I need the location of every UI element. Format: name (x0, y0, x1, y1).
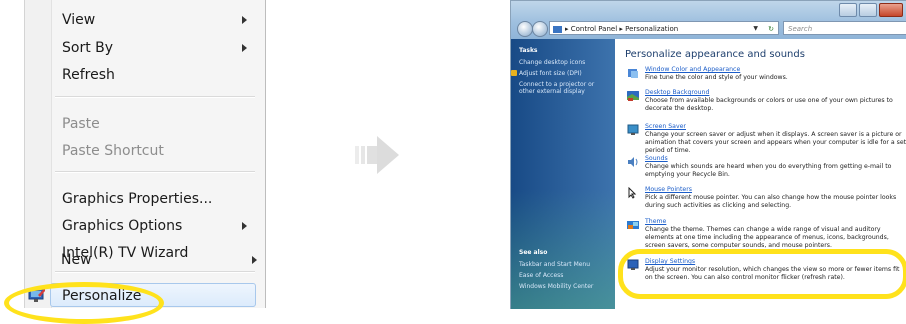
task-description: Fine tune the color and style of your wi… (645, 74, 788, 81)
submenu-arrow-icon (242, 16, 247, 24)
menu-item-sort-by[interactable]: Sort By (51, 35, 257, 61)
link-ease-of-access[interactable]: Ease of Access (519, 272, 611, 279)
task-mouse-pointers: Mouse Pointers Pick a different mouse po… (627, 186, 906, 212)
menu-item-label: Refresh (62, 67, 115, 83)
menu-item-view[interactable]: View (51, 7, 257, 33)
breadcrumb-control-panel[interactable]: Control Panel (571, 25, 617, 33)
link-window-color[interactable]: Window Color and Appearance (645, 66, 740, 73)
task-screen-saver: Screen Saver Change your screen saver or… (627, 123, 906, 154)
menu-item-label: View (62, 12, 96, 28)
task-description: Change the theme. Themes can change a wi… (645, 226, 889, 249)
menu-item-label: Graphics Properties... (62, 191, 213, 207)
menu-item-label: Graphics Options (62, 218, 183, 234)
link-sounds[interactable]: Sounds (645, 155, 668, 162)
task-window-color: Window Color and Appearance Fine tune th… (627, 66, 906, 84)
link-theme[interactable]: Theme (645, 218, 666, 225)
display-settings-highlight-ring (618, 249, 906, 299)
link-desktop-background[interactable]: Desktop Background (645, 89, 709, 96)
task-description: Choose from available backgrounds or col… (645, 97, 893, 112)
task-desktop-background: Desktop Background Choose from available… (627, 89, 906, 115)
chevron-down-icon[interactable]: ▼ (753, 22, 758, 34)
maximize-button[interactable] (859, 3, 877, 17)
menu-item-refresh[interactable]: Refresh (51, 62, 257, 88)
submenu-arrow-icon (242, 222, 247, 230)
task-sounds: Sounds Change which sounds are heard whe… (627, 155, 906, 181)
sounds-icon (628, 157, 638, 167)
menu-separator (55, 171, 255, 173)
link-taskbar-start-menu[interactable]: Taskbar and Start Menu (519, 261, 611, 268)
submenu-arrow-icon (242, 44, 247, 52)
task-adjust-font-size[interactable]: Adjust font size (DPI) (511, 70, 611, 77)
task-pane: Tasks Change desktop icons Adjust font s… (511, 39, 615, 309)
desktop-background-icon (627, 91, 639, 101)
task-change-desktop-icons[interactable]: Change desktop icons (519, 59, 611, 66)
tasks-heading: Tasks (519, 47, 538, 54)
window-color-icon (628, 69, 638, 78)
menu-item-paste-shortcut[interactable]: Paste Shortcut (51, 138, 257, 164)
task-description: Change your screen saver or adjust when … (645, 131, 906, 154)
search-input[interactable]: Search (783, 21, 906, 35)
control-panel-icon (553, 25, 562, 33)
menu-item-graphics-options[interactable]: Graphics Options (51, 213, 257, 239)
refresh-icon[interactable]: ↻ (768, 22, 774, 34)
menu-item-label: Paste Shortcut (62, 143, 164, 159)
window-controls (839, 3, 903, 17)
breadcrumb-personalization[interactable]: Personalization (625, 25, 678, 33)
personalize-highlight-ring (4, 282, 164, 324)
page-title: Personalize appearance and sounds (625, 49, 805, 60)
mouse-pointer-icon (628, 187, 637, 199)
forward-button[interactable] (532, 21, 548, 37)
menu-item-paste[interactable]: Paste (51, 111, 257, 137)
address-bar[interactable]: ▸ Control Panel ▸ Personalization ▼ ↻ (549, 21, 779, 35)
arrow-right-icon (355, 136, 399, 174)
minimize-button[interactable] (839, 3, 857, 17)
title-bar: ▸ Control Panel ▸ Personalization ▼ ↻ Se… (511, 1, 906, 39)
task-description: Pick a different mouse pointer. You can … (645, 194, 897, 209)
screen-saver-icon (627, 124, 639, 135)
menu-item-label: Sort By (62, 40, 114, 56)
submenu-arrow-icon (252, 256, 257, 264)
menu-separator (55, 96, 255, 98)
link-mouse-pointers[interactable]: Mouse Pointers (645, 186, 692, 193)
close-button[interactable] (879, 3, 903, 17)
task-description: Change which sounds are heard when you d… (645, 163, 892, 178)
menu-item-new[interactable]: New (50, 247, 267, 273)
shield-icon (511, 70, 517, 76)
menu-item-label: New (61, 252, 92, 268)
menu-item-label: Paste (62, 116, 100, 132)
link-mobility-center[interactable]: Windows Mobility Center (519, 283, 611, 290)
theme-icon (627, 221, 639, 229)
link-screen-saver[interactable]: Screen Saver (645, 123, 686, 130)
task-connect-projector[interactable]: Connect to a projector or other external… (519, 81, 611, 95)
see-also-heading: See also (519, 249, 548, 256)
menu-icon-gutter (25, 0, 52, 308)
back-button[interactable] (517, 21, 533, 37)
task-theme: Theme Change the theme. Themes can chang… (627, 218, 906, 252)
menu-item-graphics-properties[interactable]: Graphics Properties... (51, 186, 257, 212)
